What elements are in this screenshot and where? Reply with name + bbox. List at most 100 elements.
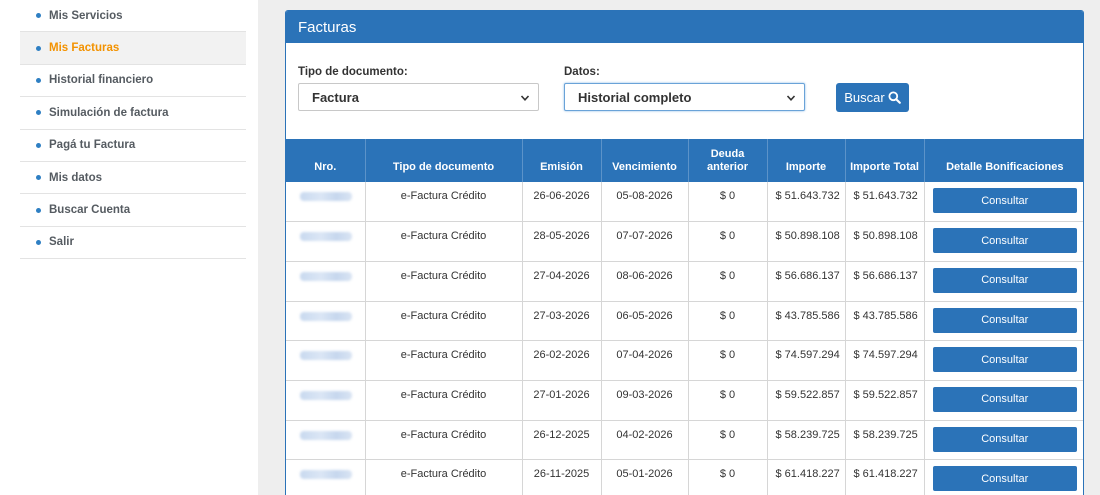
bullet-icon [36,77,41,83]
cell-nro[interactable] [286,301,366,342]
redacted-number-link[interactable] [300,351,352,361]
cell-tipo: e-Factura Crédito [365,459,523,495]
tipo-documento-select[interactable]: Factura [298,83,539,111]
header-emision: Emisión [522,139,602,182]
bullet-icon [36,110,41,116]
cell-emision: 28-05-2026 [522,221,602,262]
cell-importe: $ 59.522.857 [767,380,846,421]
sidebar-item[interactable]: Simulación de factura [20,97,246,130]
redacted-number-link[interactable] [300,430,352,440]
cell-importe-total: $ 50.898.108 [845,221,925,262]
sidebar-item-label: Mis Servicios [49,9,123,22]
tipo-documento-value: Factura [312,89,359,105]
table-row: e-Factura Crédito 28-05-2026 07-07-2026 $ 0… [286,221,1083,262]
consultar-button[interactable]: Consultar [932,466,1077,492]
cell-vencimiento: 08-06-2026 [601,261,689,302]
cell-detalle: Consultar [924,182,1083,223]
sidebar-item[interactable]: Buscar Cuenta [20,194,246,227]
sidebar-nav: Mis Servicios Mis Facturas Historial finan… [20,0,246,260]
cell-deuda-anterior: $ 0 [688,221,768,262]
facturas-table-wrap: Nro. Tipo de documento Emisión Vencimien… [286,139,1083,495]
sidebar-item-label: Salir [49,236,74,249]
cell-importe-total: $ 43.785.586 [845,301,925,342]
cell-nro[interactable] [286,261,366,302]
cell-vencimiento: 09-03-2026 [601,380,689,421]
table-row: e-Factura Crédito 26-06-2026 05-08-2026 $ 0… [286,182,1083,223]
cell-nro[interactable] [286,420,366,461]
header-detalle-bonificaciones: Detalle Bonificaciones [924,139,1083,182]
cell-importe: $ 56.686.137 [767,261,846,302]
cell-vencimiento: 07-04-2026 [601,340,689,381]
table-row: e-Factura Crédito 26-12-2025 04-02-2026 $ 0… [286,420,1083,461]
cell-importe-total: $ 56.686.137 [845,261,925,302]
redacted-number-link[interactable] [300,470,352,480]
cell-deuda-anterior: $ 0 [688,182,768,223]
sidebar-item-label: Pagá tu Factura [49,139,136,152]
sidebar-item[interactable]: Mis datos [20,162,246,195]
cell-importe: $ 74.597.294 [767,340,846,381]
cell-tipo: e-Factura Crédito [365,301,523,342]
cell-tipo: e-Factura Crédito [365,420,523,461]
cell-nro[interactable] [286,340,366,381]
panel-title: Facturas [286,11,1083,43]
cell-nro[interactable] [286,380,366,421]
bullet-icon [36,175,41,181]
cell-emision: 27-04-2026 [522,261,602,302]
consultar-button[interactable]: Consultar [932,307,1077,333]
cell-vencimiento: 06-05-2026 [601,301,689,342]
bullet-icon [36,13,41,19]
cell-detalle: Consultar [924,420,1083,461]
cell-importe: $ 61.418.227 [767,459,846,495]
consultar-button[interactable]: Consultar [932,267,1077,293]
cell-emision: 26-11-2025 [522,459,602,495]
datos-label: Datos: [564,66,600,78]
cell-nro[interactable] [286,221,366,262]
cell-nro[interactable] [286,459,366,495]
sidebar-item[interactable]: Historial financiero [20,65,246,98]
buscar-label: Buscar [844,90,885,105]
cell-tipo: e-Factura Crédito [365,261,523,302]
header-deuda-anterior: Deuda anterior [688,139,768,182]
sidebar-item[interactable]: Mis Servicios [20,0,246,33]
cell-emision: 26-12-2025 [522,420,602,461]
cell-detalle: Consultar [924,459,1083,495]
facturas-table: Nro. Tipo de documento Emisión Vencimien… [286,139,1083,495]
header-nro: Nro. [286,139,366,182]
header-vencimiento: Vencimiento [601,139,689,182]
cell-importe-total: $ 51.643.732 [845,182,925,223]
sidebar-item[interactable]: Salir [20,227,246,260]
redacted-number-link[interactable] [300,390,352,400]
sidebar-item-label: Buscar Cuenta [49,204,131,217]
cell-emision: 26-02-2026 [522,340,602,381]
cell-emision: 27-03-2026 [522,301,602,342]
consultar-button[interactable]: Consultar [932,228,1077,254]
cell-importe-total: $ 59.522.857 [845,380,925,421]
bullet-icon [36,239,41,245]
redacted-number-link[interactable] [300,271,352,281]
sidebar-item-label: Historial financiero [49,74,154,87]
cell-vencimiento: 05-08-2026 [601,182,689,223]
table-row: e-Factura Crédito 26-02-2026 07-04-2026 $ 0… [286,340,1083,381]
cell-tipo: e-Factura Crédito [365,182,523,223]
cell-importe: $ 58.239.725 [767,420,846,461]
consultar-button[interactable]: Consultar [932,347,1077,373]
datos-select[interactable]: Historial completo [564,83,805,111]
cell-deuda-anterior: $ 0 [688,380,768,421]
cell-nro[interactable] [286,182,366,223]
cell-vencimiento: 04-02-2026 [601,420,689,461]
sidebar-item[interactable]: Mis Facturas [20,32,246,65]
consultar-button[interactable]: Consultar [932,386,1077,412]
cell-deuda-anterior: $ 0 [688,459,768,495]
buscar-button[interactable]: Buscar [836,83,909,112]
redacted-number-link[interactable] [300,311,352,321]
redacted-number-link[interactable] [300,232,352,242]
consultar-button[interactable]: Consultar [932,426,1077,452]
redacted-number-link[interactable] [300,192,352,201]
consultar-button[interactable]: Consultar [932,188,1077,213]
datos-value: Historial completo [578,89,692,105]
sidebar-item[interactable]: Pagá tu Factura [20,130,246,162]
cell-importe: $ 43.785.586 [767,301,846,342]
cell-deuda-anterior: $ 0 [688,340,768,381]
table-row: e-Factura Crédito 26-11-2025 05-01-2026 $ 0… [286,459,1083,495]
search-icon [888,91,901,104]
